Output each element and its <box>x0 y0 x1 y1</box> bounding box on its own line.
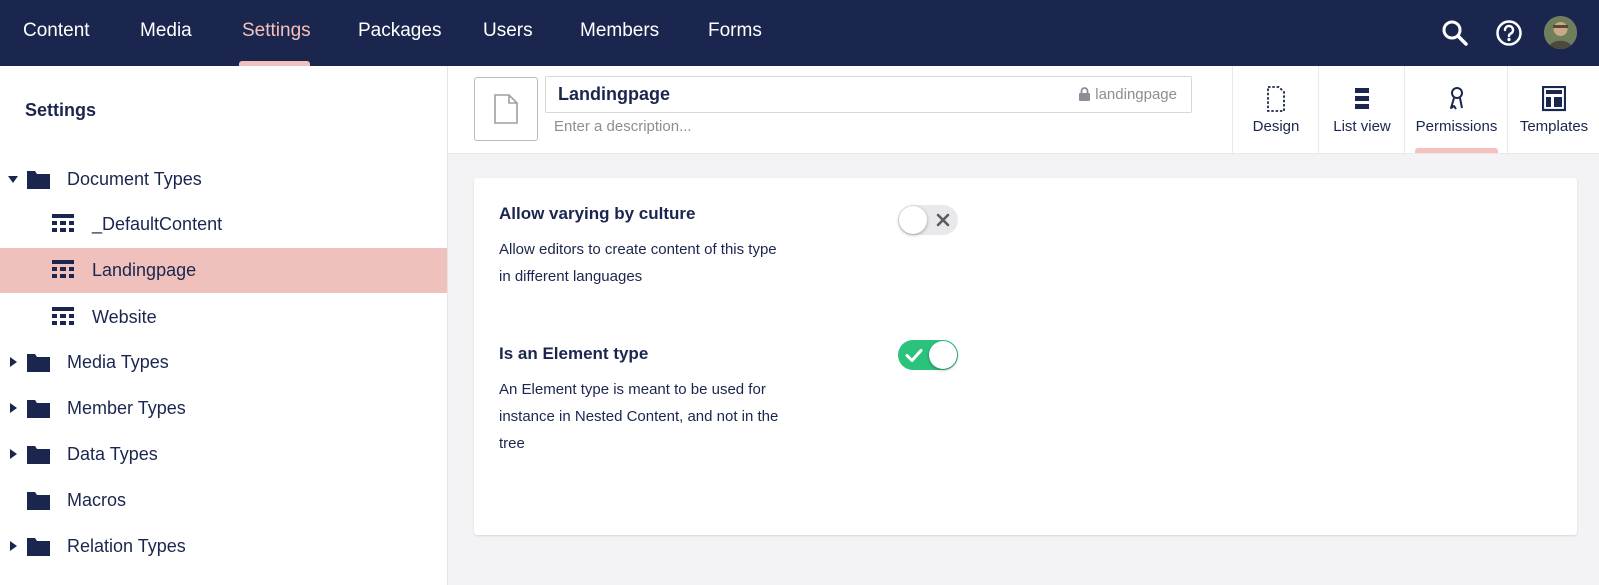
folder-icon <box>27 171 50 189</box>
tree-item-website[interactable]: Website <box>0 295 447 340</box>
description-line: An Element type is meant to be used for <box>499 381 766 398</box>
tree-item-label: Relation Types <box>67 536 186 556</box>
tab-label: Permissions <box>1415 118 1498 135</box>
tree-item-data-types[interactable]: Data Types <box>0 432 447 477</box>
tab-label: Design <box>1252 118 1300 135</box>
tree-item-macros[interactable]: Macros <box>0 478 447 523</box>
folder-icon <box>27 446 50 464</box>
folder-icon <box>27 400 50 418</box>
toggle-knob <box>929 341 957 369</box>
sidebar: Settings Document Types _DefaultContent … <box>0 66 448 585</box>
doctype-icon <box>52 260 74 278</box>
lock-icon[interactable] <box>1079 87 1091 101</box>
close-icon <box>936 213 950 227</box>
nav-item-media[interactable]: Media <box>140 0 192 66</box>
caret-right-icon[interactable] <box>10 403 17 413</box>
tree-item-media-types[interactable]: Media Types <box>0 340 447 385</box>
caret-right-icon[interactable] <box>10 541 17 551</box>
tree-item-label: Website <box>92 307 157 327</box>
checkmark-icon <box>905 349 923 362</box>
list-view-icon <box>1355 88 1369 109</box>
top-navigation: Content Media Settings Packages Users Me… <box>0 0 1599 66</box>
nav-item-packages[interactable]: Packages <box>358 0 441 66</box>
element-type-toggle[interactable] <box>898 340 958 370</box>
tree-item-member-types[interactable]: Member Types <box>0 386 447 431</box>
tab-list-view[interactable]: List view <box>1318 66 1405 153</box>
tree-item-label: Macros <box>67 490 127 510</box>
tree-item-landingpage[interactable]: Landingpage <box>0 248 447 293</box>
tree-item-label: _DefaultContent <box>92 214 223 234</box>
templates-icon <box>1542 86 1566 112</box>
alias-field[interactable]: landingpage <box>1079 77 1177 112</box>
tree-item-label: Landingpage <box>92 260 197 280</box>
folder-icon <box>27 492 50 510</box>
element-type-label: Is an Element type <box>499 344 649 363</box>
tree-item-defaultcontent[interactable]: _DefaultContent <box>0 202 447 247</box>
nav-item-content[interactable]: Content <box>23 0 90 66</box>
name-input[interactable]: Landingpage landingpage <box>545 76 1192 113</box>
design-icon <box>1267 86 1285 112</box>
tree-item-label: Media Types <box>67 352 169 372</box>
avatar[interactable] <box>1544 16 1577 49</box>
caret-right-icon[interactable] <box>10 449 17 459</box>
permissions-panel: Allow varying by culture Allow editors t… <box>474 178 1577 535</box>
element-type-description: An Element type is meant to be used for … <box>499 376 809 457</box>
folder-icon <box>27 538 50 556</box>
nav-item-settings[interactable]: Settings <box>242 0 311 66</box>
description-line: instance in Nested Content, and not in t… <box>499 408 779 425</box>
tree-item-label: Document Types <box>67 169 202 189</box>
caret-right-icon[interactable] <box>10 357 17 367</box>
tree-item-document-types[interactable]: Document Types <box>0 157 447 202</box>
active-tab-indicator <box>1415 148 1498 153</box>
nav-item-forms[interactable]: Forms <box>708 0 762 66</box>
description-line: in different languages <box>499 268 643 285</box>
tree-item-label: Data Types <box>67 444 158 464</box>
nav-item-users[interactable]: Users <box>483 0 533 66</box>
document-icon <box>494 94 518 124</box>
alias-value: landingpage <box>1095 86 1177 103</box>
nav-item-members[interactable]: Members <box>580 0 659 66</box>
toggle-knob <box>899 206 927 234</box>
tree-item-label: Member Types <box>67 398 186 418</box>
vary-by-culture-description: Allow editors to create content of this … <box>499 236 809 290</box>
tab-label: List view <box>1333 118 1391 135</box>
caret-down-icon[interactable] <box>8 176 18 183</box>
name-input-value: Landingpage <box>558 84 670 104</box>
tab-label: Templates <box>1519 118 1589 135</box>
vary-by-culture-label: Allow varying by culture <box>499 204 696 223</box>
doctype-icon <box>52 214 74 232</box>
vary-by-culture-toggle[interactable] <box>898 205 958 235</box>
search-icon[interactable] <box>1441 19 1469 47</box>
editor-header: Landingpage landingpage Enter a descript… <box>448 66 1599 154</box>
tab-design[interactable]: Design <box>1232 66 1319 153</box>
description-line: Allow editors to create content of this … <box>499 241 777 258</box>
description-input[interactable]: Enter a description... <box>554 118 692 135</box>
icon-picker-button[interactable] <box>474 77 538 141</box>
description-line: tree <box>499 435 525 452</box>
tree-item-relation-types[interactable]: Relation Types <box>0 524 447 569</box>
sidebar-title: Settings <box>25 100 97 120</box>
tab-permissions[interactable]: Permissions <box>1404 66 1508 153</box>
help-icon[interactable] <box>1495 19 1523 47</box>
tab-templates[interactable]: Templates <box>1507 66 1599 153</box>
folder-icon <box>27 354 50 372</box>
doctype-icon <box>52 307 74 325</box>
permissions-icon <box>1449 87 1463 110</box>
